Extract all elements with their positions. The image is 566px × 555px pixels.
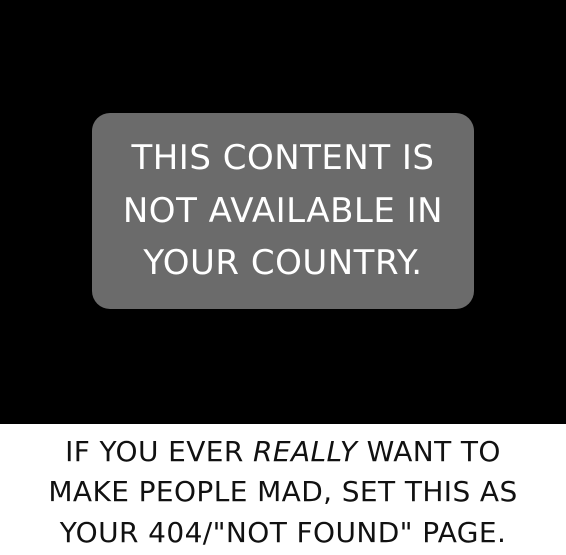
caption-line-1-post: WANT TO: [357, 434, 501, 468]
message-line-2: NOT AVAILABLE IN: [122, 190, 444, 231]
caption-emphasis: REALLY: [253, 434, 358, 468]
comic-panel: THIS CONTENT IS NOT AVAILABLE IN YOUR CO…: [0, 0, 566, 424]
message-box: THIS CONTENT IS NOT AVAILABLE IN YOUR CO…: [92, 113, 474, 309]
message-line-1: THIS CONTENT IS: [131, 137, 435, 178]
caption-line-3: YOUR 404/"NOT FOUND" PAGE.: [59, 515, 507, 549]
caption-line-1: IF YOU EVER REALLY WANT TO: [48, 432, 517, 473]
message-text: THIS CONTENT IS NOT AVAILABLE IN YOUR CO…: [123, 132, 443, 290]
message-line-3: YOUR COUNTRY.: [143, 243, 423, 284]
caption-text: IF YOU EVER REALLY WANT TO MAKE PEOPLE M…: [48, 432, 517, 554]
caption-line-1-pre: IF YOU EVER: [65, 434, 254, 468]
caption-line-2: MAKE PEOPLE MAD, SET THIS AS: [48, 475, 518, 509]
caption: IF YOU EVER REALLY WANT TO MAKE PEOPLE M…: [0, 430, 566, 555]
